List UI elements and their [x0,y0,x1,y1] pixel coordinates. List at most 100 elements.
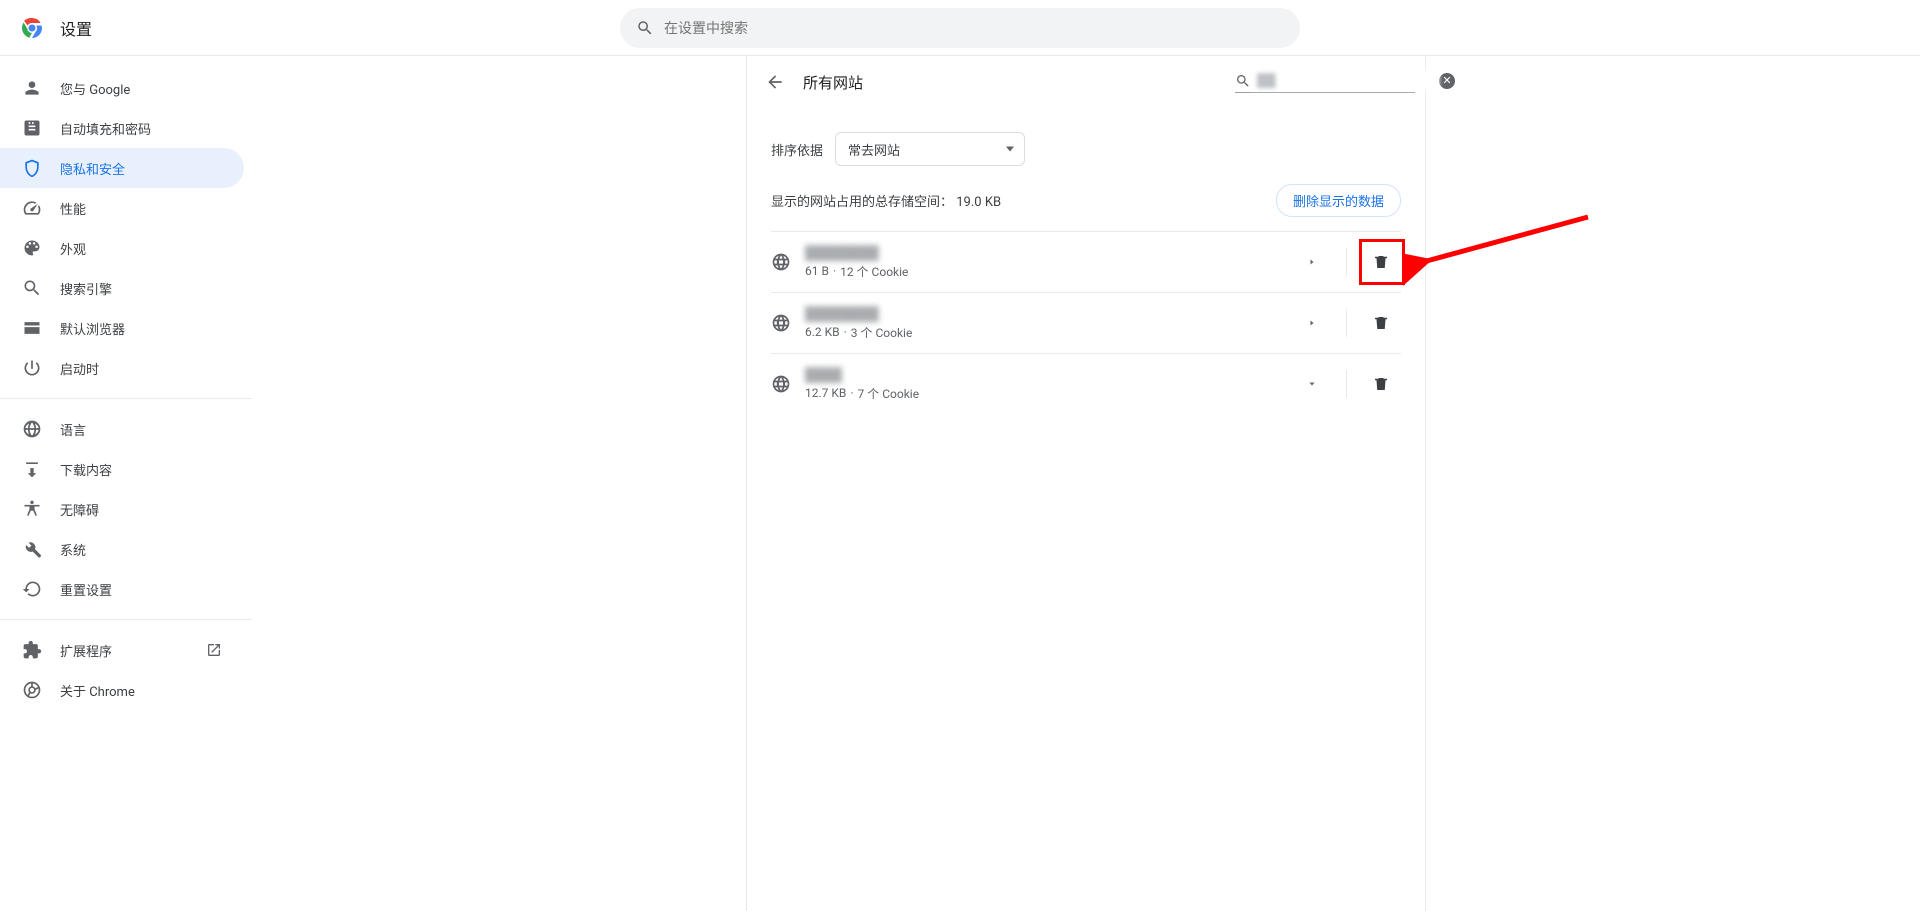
sidebar-item-label: 重置设置 [60,580,112,599]
sidebar-item-about-chrome[interactable]: 关于 Chrome [0,670,244,710]
sidebar-item-downloads[interactable]: 下载内容 [0,449,244,489]
row-divider [1346,309,1347,337]
sidebar-item-accessibility[interactable]: 无障碍 [0,489,244,529]
sidebar-item-performance[interactable]: 性能 [0,188,244,228]
global-search[interactable] [620,8,1300,48]
sidebar-item-label: 无障碍 [60,500,99,519]
trash-icon [1372,253,1390,271]
sidebar-divider [0,619,252,620]
site-search[interactable]: ✕ [1235,71,1415,93]
shield-icon [22,158,42,178]
sidebar-item-appearance[interactable]: 外观 [0,228,244,268]
delete-site-button[interactable] [1361,303,1401,343]
site-cookies: 12 个 Cookie [840,263,908,280]
sidebar-item-label: 您与 Google [60,79,130,98]
chevron-down-icon [1307,379,1317,389]
site-search-input[interactable] [1251,71,1439,90]
global-search-input[interactable] [664,20,1284,36]
sidebar-item-privacy[interactable]: 隐私和安全 [0,148,244,188]
sidebar-item-label: 启动时 [60,359,99,378]
chrome-logo-icon [20,16,44,40]
site-name: ████████ [805,245,1278,261]
row-divider [1346,370,1347,398]
clear-search-button[interactable]: ✕ [1439,73,1455,89]
site-list: ████████ 61 B · 12 个 Cookie [771,231,1401,414]
delete-site-button[interactable] [1361,364,1401,404]
autofill-icon [22,118,42,138]
sidebar-item-label: 性能 [60,199,86,218]
sort-label: 排序依据 [771,140,823,159]
back-arrow-icon [765,72,785,92]
sidebar-item-label: 默认浏览器 [60,319,125,338]
site-size: 6.2 KB [805,325,840,339]
sidebar-item-label: 外观 [60,239,86,258]
person-icon [22,78,42,98]
expand-button[interactable] [1292,303,1332,343]
browser-icon [22,318,42,338]
chevron-right-icon [1307,318,1317,328]
sort-select[interactable]: 常去网站 [835,132,1025,166]
sidebar-item-system[interactable]: 系统 [0,529,244,569]
palette-icon [22,238,42,258]
sidebar-item-label: 搜索引擎 [60,279,112,298]
sort-value: 常去网站 [848,140,900,159]
collapse-button[interactable] [1292,364,1332,404]
sidebar-item-label: 下载内容 [60,460,112,479]
sidebar-item-default-browser[interactable]: 默认浏览器 [0,308,244,348]
sidebar-item-label: 语言 [60,420,86,439]
annotation-arrow [1403,207,1603,287]
site-row[interactable]: ████████ 6.2 KB · 3 个 Cookie [771,292,1401,353]
globe-icon [771,252,791,272]
sidebar-item-label: 系统 [60,540,86,559]
back-button[interactable] [755,62,795,102]
site-size: 12.7 KB [805,386,846,400]
site-cookies: 7 个 Cookie [858,385,920,402]
accessibility-icon [22,499,42,519]
sidebar-item-on-startup[interactable]: 启动时 [0,348,244,388]
main-content: 所有网站 ✕ 排序依据 常去网站 显示的网站占用的总存储空间： [252,56,1920,911]
trash-icon [1372,375,1390,393]
language-icon [22,419,42,439]
site-row[interactable]: ████████ 61 B · 12 个 Cookie [771,231,1401,292]
reset-icon [22,579,42,599]
globe-icon [771,313,791,333]
download-icon [22,459,42,479]
expand-button[interactable] [1292,242,1332,282]
storage-summary: 显示的网站占用的总存储空间： 19.0 KB [771,191,1001,210]
clear-displayed-data-button[interactable]: 删除显示的数据 [1276,184,1401,217]
open-in-new-icon [206,642,222,658]
sidebar-item-extensions[interactable]: 扩展程序 [0,630,244,670]
sidebar-item-you-and-google[interactable]: 您与 Google [0,68,244,108]
wrench-icon [22,539,42,559]
search-icon [1235,73,1251,89]
chrome-icon [22,680,42,700]
row-divider [1346,248,1347,276]
sidebar-item-label: 隐私和安全 [60,159,125,178]
delete-site-button[interactable] [1361,242,1401,282]
sidebar-item-reset[interactable]: 重置设置 [0,569,244,609]
page-title: 所有网站 [803,72,863,93]
site-cookies: 3 个 Cookie [851,324,913,341]
site-name: ████████ [805,306,1278,322]
site-name: ████ [805,367,1278,383]
chevron-right-icon [1307,257,1317,267]
sidebar-divider [0,398,252,399]
sidebar-item-label: 扩展程序 [60,641,112,660]
site-size: 61 B [805,264,829,278]
sidebar-item-autofill[interactable]: 自动填充和密码 [0,108,244,148]
extension-icon [22,640,42,660]
sidebar-item-label: 关于 Chrome [60,681,135,700]
globe-icon [771,374,791,394]
trash-icon [1372,314,1390,332]
app-title: 设置 [60,16,92,40]
sidebar-item-label: 自动填充和密码 [60,119,151,138]
app-header: 设置 [0,0,1920,56]
search-icon [22,278,42,298]
speed-icon [22,198,42,218]
sidebar-item-languages[interactable]: 语言 [0,409,244,449]
search-icon [636,19,654,37]
sidebar-item-search-engine[interactable]: 搜索引擎 [0,268,244,308]
settings-sidebar: 您与 Google 自动填充和密码 隐私和安全 性能 外观 搜索引擎 [0,56,252,911]
power-icon [22,358,42,378]
site-row[interactable]: ████ 12.7 KB · 7 个 Cookie [771,353,1401,414]
